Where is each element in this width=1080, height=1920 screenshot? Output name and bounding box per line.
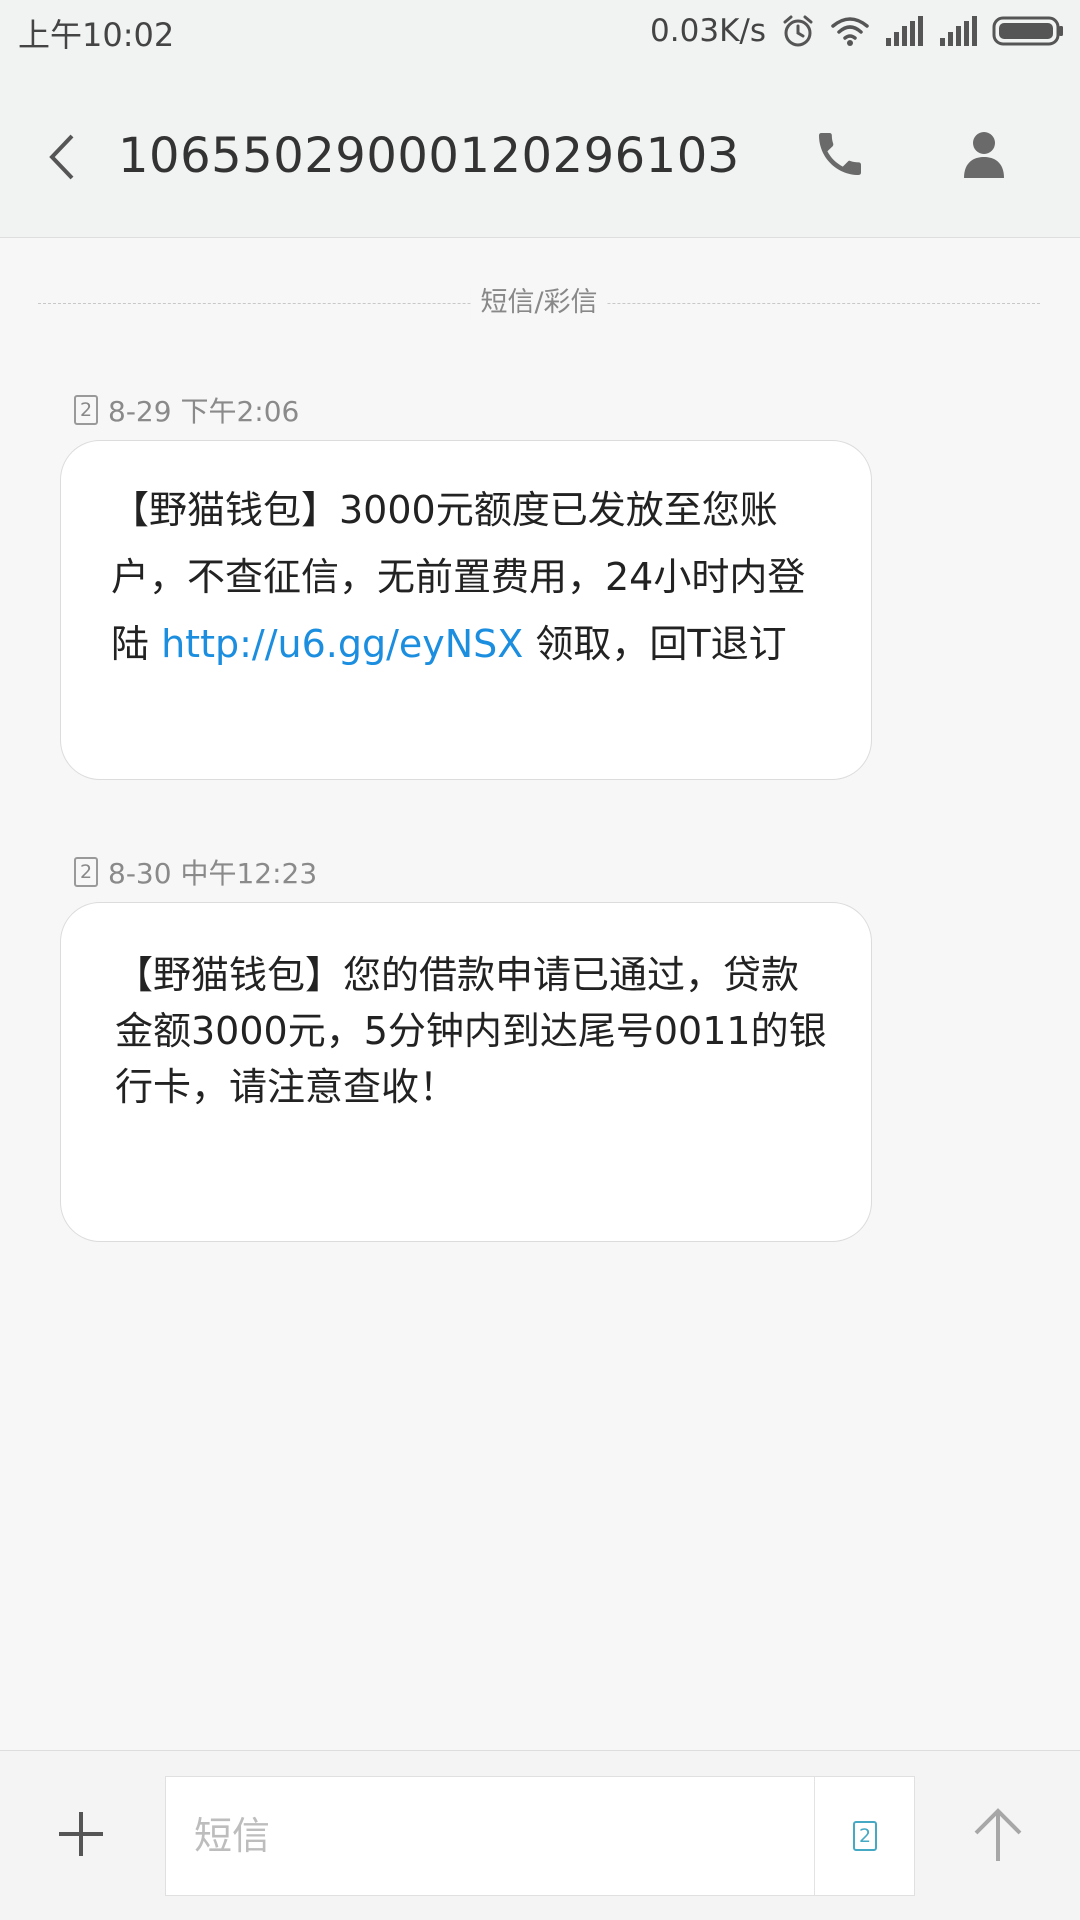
- network-speed: 0.03K/s: [650, 13, 766, 49]
- battery-icon: [992, 15, 1064, 47]
- back-button[interactable]: [38, 128, 88, 186]
- call-button[interactable]: [812, 126, 868, 182]
- message-text: 【野猫钱包】您的借款申请已通过，贷款金额3000元，5分钟内到达尾号0011的银…: [115, 953, 827, 1109]
- message-timestamp: 8-30 中午12:23: [108, 857, 318, 890]
- message-text: 【野猫钱包】3000元额度已发放至您账户，不查征信，无前置费用，24小时内登陆 …: [111, 488, 806, 666]
- compose-field: 2: [165, 1776, 915, 1896]
- status-icons: 0.03K/s: [650, 10, 1064, 52]
- message-input[interactable]: [166, 1777, 816, 1895]
- message-timestamp: 8-29 下午2:06: [108, 395, 300, 428]
- sim-card-icon: 2: [74, 395, 98, 425]
- message-meta: 2 8-29 下午2:06: [74, 392, 299, 428]
- compose-bar: 2: [0, 1750, 1080, 1920]
- plus-icon: [59, 1812, 103, 1856]
- message-bubble[interactable]: 【野猫钱包】3000元额度已发放至您账户，不查征信，无前置费用，24小时内登陆 …: [60, 440, 872, 780]
- sim-card-icon: 2: [853, 1821, 877, 1851]
- status-time: 上午10:02: [18, 16, 175, 54]
- wifi-icon: [830, 15, 870, 47]
- message-link[interactable]: http://u6.gg/eyNSX: [161, 622, 523, 666]
- divider-label: 短信/彩信: [470, 288, 608, 318]
- conversation-header: 1065502900012029610З: [0, 80, 1080, 230]
- message-bubble[interactable]: 【野猫钱包】您的借款申请已通过，贷款金额3000元，5分钟内到达尾号0011的银…: [60, 902, 872, 1242]
- back-icon: [49, 134, 74, 180]
- top-area: 上午10:02 0.03K/s 1065502900012029610З: [0, 0, 1080, 238]
- phone-icon: [819, 133, 861, 175]
- message-meta: 2 8-30 中午12:23: [74, 854, 317, 890]
- send-arrow-icon: [974, 1808, 1022, 1861]
- contact-info-button[interactable]: [954, 124, 1014, 184]
- contact-number: 1065502900012029610З: [118, 128, 740, 184]
- add-attachment-button[interactable]: [56, 1809, 106, 1859]
- status-bar: 上午10:02 0.03K/s: [0, 0, 1080, 62]
- sim-card-icon: 2: [74, 857, 98, 887]
- send-button[interactable]: [968, 1805, 1028, 1865]
- person-icon: [964, 132, 1004, 178]
- sim-select-button[interactable]: 2: [814, 1777, 914, 1895]
- signal-icon: [884, 16, 924, 46]
- message-type-divider: 短信/彩信: [38, 288, 1040, 318]
- alarm-icon: [780, 13, 816, 49]
- signal-icon: [938, 16, 978, 46]
